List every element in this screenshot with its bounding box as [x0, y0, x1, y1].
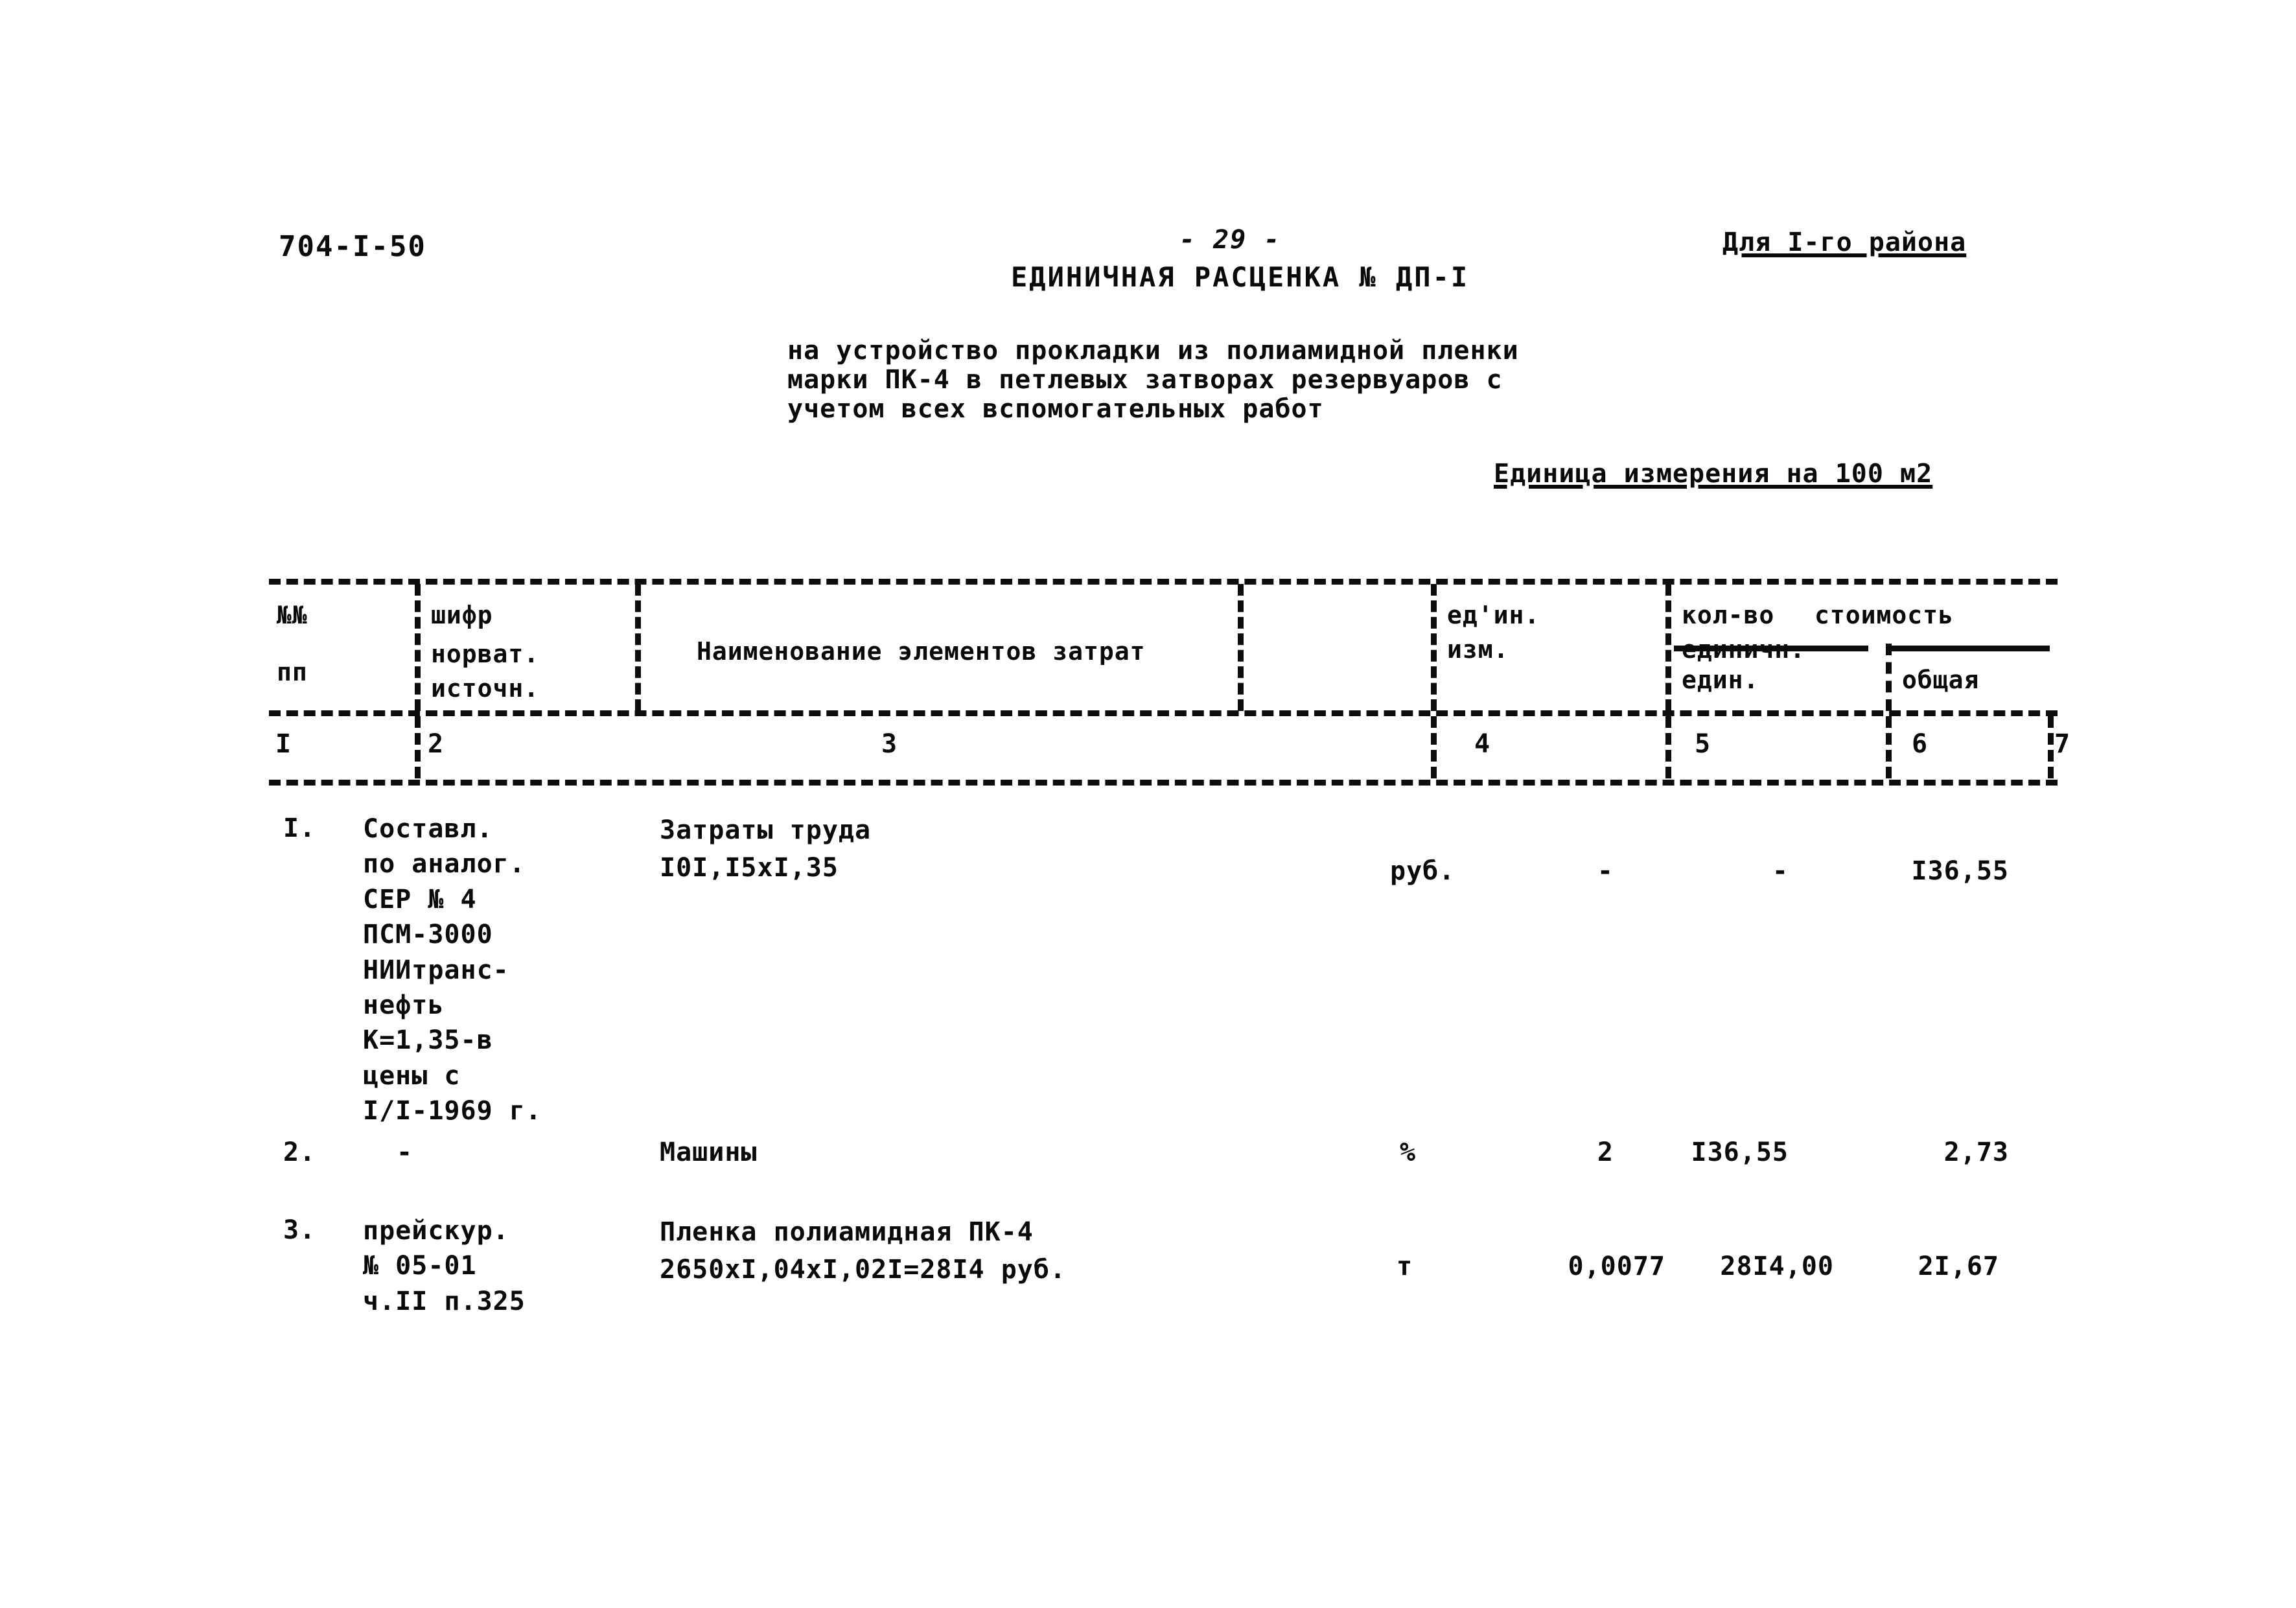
colnum-5: 5 [1695, 729, 1711, 759]
table-top-border [269, 579, 2058, 585]
row3-number: 3. [283, 1215, 316, 1245]
vrule-col5-col6 [1665, 584, 1671, 711]
table-colnum-divider [269, 780, 2058, 786]
vrule-col2-col3 [635, 584, 641, 711]
header-col2-line3: источн. [431, 674, 540, 703]
header-col2-line1: шифр [431, 601, 493, 629]
row3-quantity: 0,0077 [1568, 1252, 1665, 1281]
row3-unit: т [1397, 1252, 1413, 1281]
page-number: - 29 - [1179, 225, 1281, 255]
row1-source: Составл. по аналог. СЕР № 4 ПСМ-3000 НИИ… [363, 811, 542, 1129]
row1-name-line-1: Затраты труда [660, 815, 872, 845]
row2-name: Машины [660, 1137, 758, 1167]
row1-source-line-8: цены с [363, 1060, 461, 1091]
row1-unit: руб. [1390, 856, 1455, 886]
row1-source-line-7: К=1,35-в [363, 1025, 493, 1056]
row3-name: Пленка полиамидная ПК-4 2650xI,04xI,02I=… [660, 1213, 1066, 1288]
header-col1-line2: пп [277, 658, 308, 686]
vrule-col4-col5 [1431, 584, 1437, 711]
table-header-divider [269, 710, 2058, 716]
row2-source: - [397, 1137, 413, 1167]
row1-name-line-2: I0I,I5xI,35 [660, 853, 839, 883]
row3-source-line-2: № 05-01 [363, 1251, 477, 1281]
vrule-num-col5-col6 [1665, 716, 1671, 778]
row1-source-line-1: Составл. [363, 814, 493, 844]
row1-source-line-5: НИИтранс- [363, 955, 509, 985]
row1-source-line-6: нефть [363, 990, 445, 1020]
colnum-1: I [275, 729, 292, 759]
document-code: 704-I-50 [279, 230, 426, 263]
row3-name-line-1: Пленка полиамидная ПК-4 [660, 1217, 1034, 1247]
header-col4-line1: ед'ин. [1447, 601, 1540, 629]
estimate-title: ЕДИНИЧНАЯ РАСЦЕНКА № ДП-I [1011, 261, 1470, 293]
vrule-num-col4-col5 [1431, 716, 1437, 778]
header-col5-line2: единичн. [1682, 635, 1806, 664]
header-col2-line2: норват. [431, 640, 540, 668]
row1-number: I. [283, 813, 316, 843]
vrule-num-col1-col2 [415, 716, 421, 778]
vrule-num-col6-col7 [1886, 716, 1892, 778]
row2-price-unit: I36,55 [1691, 1137, 1789, 1167]
estimate-table: №№ пп шифр норват. источн. Наименование … [269, 579, 2070, 786]
unit-of-measure: Единица измерения на 100 м2 [1494, 459, 1933, 489]
colnum-3: 3 [881, 729, 898, 759]
header-col1-line1: №№ [277, 601, 308, 629]
row2-number: 2. [283, 1137, 316, 1167]
row3-price-unit: 28I4,00 [1720, 1252, 1834, 1281]
header-col6: един. [1682, 666, 1759, 694]
header-col4-line2: изм. [1447, 635, 1509, 664]
row1-source-line-3: СЕР № 4 [363, 884, 477, 915]
region-note: Для I-го района [1722, 227, 1967, 257]
vrule-num-right-edge [2048, 716, 2054, 778]
vrule-col3-col4 [1238, 584, 1244, 711]
row3-source-line-3: ч.II п.325 [363, 1286, 526, 1316]
document-page: 704-I-50 - 29 - Для I-го района ЕДИНИЧНА… [0, 0, 2296, 1608]
row3-source-line-1: прейскур. [363, 1216, 509, 1246]
row2-unit: % [1400, 1137, 1417, 1167]
colnum-6: 6 [1912, 729, 1928, 759]
header-col5-line1: кол-во [1682, 601, 1775, 629]
header-col7: общая [1902, 666, 1980, 694]
row1-source-line-2: по аналог. [363, 849, 526, 880]
row3-source: прейскур. № 05-01 ч.II п.325 [363, 1213, 526, 1319]
row2-price-total: 2,73 [1943, 1137, 2009, 1167]
row2-quantity: 2 [1597, 1137, 1614, 1167]
vrule-col1-col2 [415, 584, 421, 711]
row1-name: Затраты труда I0I,I5xI,35 [660, 811, 871, 887]
vrule-col6-col7 [1886, 644, 1892, 711]
row1-price-total: I36,55 [1911, 856, 2009, 886]
cost-group-underline-right [1888, 646, 2050, 651]
header-col3: Наименование элементов затрат [697, 637, 1146, 666]
colnum-2: 2 [428, 729, 444, 759]
row3-name-line-2: 2650xI,04xI,02I=28I4 руб. [660, 1255, 1067, 1285]
subtitle-line-3: учетом всех вспомогательных работ [787, 394, 1324, 424]
row1-source-line-9: I/I-1969 г. [363, 1096, 542, 1126]
row1-price-unit: - [1772, 856, 1789, 886]
colnum-4: 4 [1474, 729, 1490, 759]
row1-quantity: - [1597, 856, 1614, 886]
row3-price-total: 2I,67 [1918, 1252, 1999, 1281]
colnum-7: 7 [2054, 729, 2070, 759]
header-cost-group: стоимость [1815, 601, 1954, 629]
row1-source-line-4: ПСМ-3000 [363, 920, 493, 950]
